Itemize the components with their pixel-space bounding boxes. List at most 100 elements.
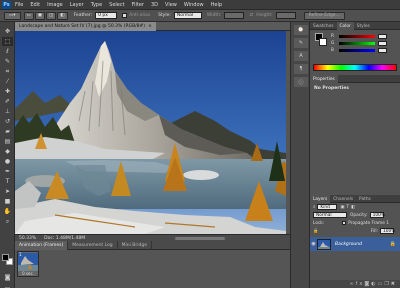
quick-select-tool-icon[interactable]: ✎ — [2, 57, 13, 66]
animation-frame[interactable]: 1 0 sec. — [17, 251, 39, 277]
animation-panel: 1 0 sec. — [15, 250, 290, 288]
feather-input[interactable]: 0 px — [95, 12, 118, 19]
tab-channels[interactable]: Channels — [330, 195, 356, 203]
panel-icon-strip: ⌚ ✎ A ¶ ⓘ — [290, 22, 310, 288]
zoom-level[interactable]: 50.33% — [15, 236, 40, 241]
hand-tool-icon[interactable]: ✋ — [2, 207, 13, 216]
lock-icon[interactable]: 🔒 — [313, 229, 318, 234]
red-label: R — [331, 34, 334, 39]
opacity-input[interactable]: 100% — [369, 212, 385, 218]
tab-swatches[interactable]: Swatches — [310, 22, 337, 30]
pen-tool-icon[interactable]: ✒ — [2, 167, 13, 176]
selection-mode-new[interactable]: ▭ — [23, 11, 34, 20]
tab-properties[interactable]: Properties — [310, 75, 338, 83]
menu-help[interactable]: Help — [211, 2, 222, 8]
horizontal-scrollbar[interactable] — [175, 237, 225, 240]
menu-image[interactable]: Image — [47, 2, 63, 8]
filter-image-icon[interactable]: ▣ — [340, 205, 344, 210]
path-select-tool-icon[interactable]: ➤ — [2, 187, 13, 196]
antialias-checkbox[interactable] — [122, 13, 128, 18]
tool-preset-picker[interactable]: ▭▾ — [4, 11, 21, 20]
green-slider[interactable] — [339, 42, 375, 45]
lasso-tool-icon[interactable]: ℓ — [2, 47, 13, 56]
width-input[interactable] — [224, 12, 245, 19]
propagate-checkbox[interactable] — [342, 221, 347, 225]
crop-tool-icon[interactable]: ⌗ — [2, 67, 13, 76]
layer-filter-row: ⌕ Kind ▣ T ◧ — [310, 203, 400, 211]
menu-type[interactable]: Type — [91, 2, 102, 8]
blue-slider-row[interactable]: B — [310, 47, 400, 54]
menu-file[interactable]: File — [15, 2, 23, 8]
tab-styles[interactable]: Styles — [354, 22, 373, 30]
tab-color[interactable]: Color — [336, 22, 354, 30]
tab-measurement-log[interactable]: Measurement Log — [68, 241, 118, 250]
paragraph-panel-icon[interactable]: ¶ — [294, 64, 308, 74]
menu-layer[interactable]: Layer — [70, 2, 84, 8]
color-spectrum[interactable] — [313, 64, 397, 71]
brush-tool-icon[interactable]: ✐ — [2, 97, 13, 106]
blend-mode-dropdown[interactable]: Normal — [313, 212, 347, 218]
layer-row-background[interactable]: ◉ Background 🔒 — [310, 237, 400, 251]
swap-icon[interactable]: ⇄ — [249, 13, 253, 18]
new-group-icon[interactable]: ▭ — [378, 281, 385, 287]
options-bar: ▭▾ ▭ ▣ ◫ ◧ Feather: 0 px Anti-alias Styl… — [0, 10, 400, 22]
layer-thumbnail — [317, 238, 331, 250]
eyedropper-tool-icon[interactable]: ⁄ — [2, 77, 13, 86]
close-icon[interactable]: × — [148, 24, 152, 29]
clone-stamp-tool-icon[interactable]: ⊥ — [2, 107, 13, 116]
shape-tool-icon[interactable]: ■ — [2, 197, 13, 206]
fill-input[interactable]: 100% — [380, 228, 395, 234]
red-value[interactable] — [378, 34, 387, 39]
menu-edit[interactable]: Edit — [30, 2, 40, 8]
filter-shape-icon[interactable]: ◧ — [351, 205, 355, 210]
blue-value[interactable] — [378, 48, 387, 53]
menu-window[interactable]: Window — [184, 2, 204, 8]
document-size[interactable]: Doc: 1.48M/1.48M — [40, 236, 89, 241]
propagate-label: Propagate Frame 1 — [348, 220, 389, 226]
brush-panel-icon[interactable]: ✎ — [294, 38, 308, 48]
info-panel-icon[interactable]: ⓘ — [294, 77, 308, 87]
selection-mode-intersect[interactable]: ◧ — [57, 11, 68, 20]
add-mask-icon[interactable]: ◙ — [364, 281, 371, 287]
layer-style-icon[interactable]: fx — [356, 281, 365, 287]
refine-edge-button[interactable]: Refine Edge... — [303, 11, 345, 20]
zoom-tool-icon[interactable]: ⌕ — [2, 217, 13, 226]
green-value[interactable] — [378, 41, 387, 46]
menu-view[interactable]: View — [165, 2, 177, 8]
red-slider[interactable] — [339, 35, 375, 38]
history-brush-tool-icon[interactable]: ↺ — [2, 117, 13, 126]
style-dropdown[interactable]: Normal — [173, 12, 202, 19]
menu-3d[interactable]: 3D — [151, 2, 158, 8]
selection-mode-subtract[interactable]: ◫ — [46, 11, 57, 20]
move-tool-icon[interactable]: ✥ — [2, 27, 13, 36]
marquee-tool-icon[interactable]: ⬚ — [2, 37, 13, 46]
eye-icon[interactable]: ◉ — [310, 241, 317, 247]
type-tool-icon[interactable]: T — [2, 177, 13, 186]
document-tab[interactable]: Landscape and Nature Set IV (7).jpg @ 50… — [15, 22, 156, 31]
selection-mode-add[interactable]: ▣ — [34, 11, 46, 20]
layer-kind-dropdown[interactable]: Kind — [317, 204, 338, 210]
character-panel-icon[interactable]: A — [294, 51, 308, 61]
frame-duration[interactable]: 0 sec. — [18, 271, 38, 276]
height-input[interactable] — [275, 12, 296, 19]
eraser-tool-icon[interactable]: ▰ — [2, 127, 13, 136]
foreground-color-swatch[interactable] — [2, 254, 9, 261]
antialias-label: Anti-alias — [129, 13, 151, 18]
tab-mini-bridge[interactable]: Mini Bridge — [118, 241, 152, 250]
trash-icon[interactable]: ✖ — [391, 281, 397, 287]
dodge-tool-icon[interactable]: ● — [2, 157, 13, 166]
gradient-tool-icon[interactable]: ▤ — [2, 137, 13, 146]
blur-tool-icon[interactable]: ◆ — [2, 147, 13, 156]
background-color-chip[interactable] — [319, 38, 327, 46]
tab-layers[interactable]: Layers — [310, 195, 331, 203]
menu-filter[interactable]: Filter — [132, 2, 144, 8]
blue-slider[interactable] — [339, 49, 375, 52]
tab-paths[interactable]: Paths — [356, 195, 374, 203]
filter-text-icon[interactable]: T — [346, 205, 349, 210]
healing-tool-icon[interactable]: ✚ — [2, 87, 13, 96]
history-panel-icon[interactable]: ⌚ — [294, 25, 308, 35]
quick-mask-icon[interactable]: ◙ — [2, 273, 13, 282]
tab-animation-frames[interactable]: Animation (Frames) — [15, 241, 69, 250]
document-canvas[interactable] — [15, 31, 286, 234]
menu-select[interactable]: Select — [109, 2, 124, 8]
